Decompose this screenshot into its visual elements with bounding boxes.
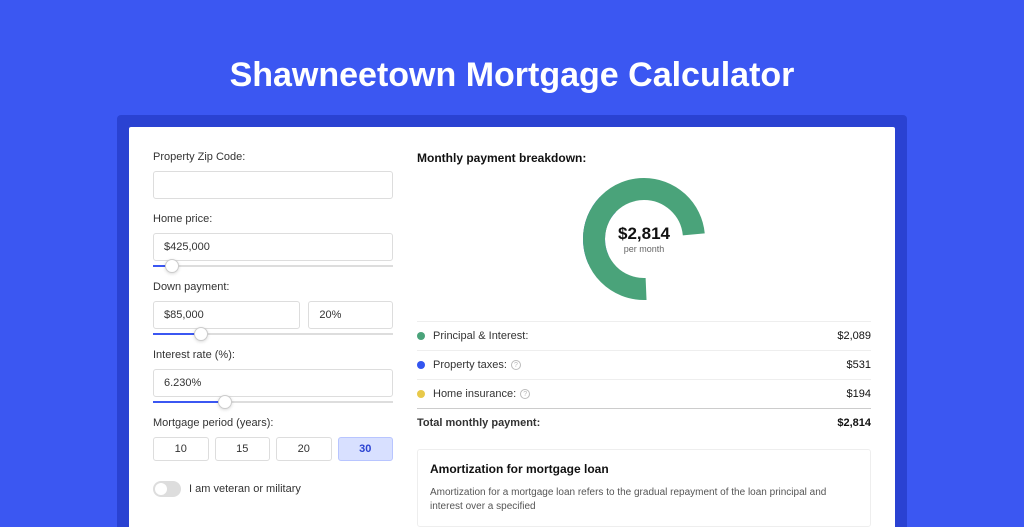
- amortization-text: Amortization for a mortgage loan refers …: [430, 486, 858, 514]
- row-label-text: Property taxes:: [433, 359, 507, 371]
- down-payment-label: Down payment:: [153, 281, 393, 293]
- breakdown-row-total: Total monthly payment: $2,814: [417, 408, 871, 437]
- donut-sub: per month: [624, 244, 665, 254]
- donut-chart-wrap: $2,814 per month: [417, 177, 871, 301]
- period-15-button[interactable]: 15: [215, 437, 271, 461]
- interest-group: Interest rate (%):: [153, 349, 393, 403]
- home-price-group: Home price:: [153, 213, 393, 267]
- period-buttons: 10 15 20 30: [153, 437, 393, 461]
- legend-dot-icon: [417, 361, 425, 369]
- interest-input[interactable]: [153, 369, 393, 397]
- home-price-label: Home price:: [153, 213, 393, 225]
- help-icon[interactable]: ?: [520, 389, 530, 399]
- interest-slider[interactable]: [153, 401, 393, 403]
- period-label: Mortgage period (years):: [153, 417, 393, 429]
- down-payment-input[interactable]: [153, 301, 300, 329]
- row-value: $531: [847, 359, 871, 371]
- row-label: Principal & Interest:: [433, 330, 837, 342]
- donut-chart: $2,814 per month: [582, 177, 706, 301]
- inputs-column: Property Zip Code: Home price: Down paym…: [153, 151, 393, 527]
- legend-dot-icon: [417, 390, 425, 398]
- period-10-button[interactable]: 10: [153, 437, 209, 461]
- veteran-toggle-row: I am veteran or military: [153, 481, 393, 497]
- down-payment-group: Down payment:: [153, 281, 393, 335]
- card-frame: Property Zip Code: Home price: Down paym…: [117, 115, 907, 527]
- breakdown-row-principal: Principal & Interest: $2,089: [417, 321, 871, 350]
- donut-center: $2,814 per month: [582, 177, 706, 301]
- veteran-label: I am veteran or military: [189, 483, 301, 495]
- period-group: Mortgage period (years): 10 15 20 30: [153, 417, 393, 461]
- slider-thumb[interactable]: [165, 259, 179, 273]
- breakdown-title: Monthly payment breakdown:: [417, 151, 871, 165]
- zip-label: Property Zip Code:: [153, 151, 393, 163]
- row-value: $194: [847, 388, 871, 400]
- legend-dot-icon: [417, 332, 425, 340]
- down-payment-pct-input[interactable]: [308, 301, 393, 329]
- total-label: Total monthly payment:: [417, 417, 837, 429]
- amortization-title: Amortization for mortgage loan: [430, 462, 858, 476]
- donut-amount: $2,814: [618, 224, 670, 244]
- slider-thumb[interactable]: [194, 327, 208, 341]
- help-icon[interactable]: ?: [511, 360, 521, 370]
- toggle-knob: [155, 483, 167, 495]
- row-value: $2,089: [837, 330, 871, 342]
- page-title: Shawneetown Mortgage Calculator: [230, 56, 795, 95]
- row-label: Home insurance: ?: [433, 388, 847, 400]
- zip-group: Property Zip Code:: [153, 151, 393, 199]
- home-price-input[interactable]: [153, 233, 393, 261]
- interest-label: Interest rate (%):: [153, 349, 393, 361]
- veteran-toggle[interactable]: [153, 481, 181, 497]
- slider-thumb[interactable]: [218, 395, 232, 409]
- down-payment-slider[interactable]: [153, 333, 393, 335]
- breakdown-row-taxes: Property taxes: ? $531: [417, 350, 871, 379]
- row-label: Property taxes: ?: [433, 359, 847, 371]
- period-20-button[interactable]: 20: [276, 437, 332, 461]
- breakdown-row-insurance: Home insurance: ? $194: [417, 379, 871, 408]
- amortization-box: Amortization for mortgage loan Amortizat…: [417, 449, 871, 527]
- home-price-slider[interactable]: [153, 265, 393, 267]
- zip-input[interactable]: [153, 171, 393, 199]
- row-label-text: Home insurance:: [433, 388, 516, 400]
- period-30-button[interactable]: 30: [338, 437, 394, 461]
- breakdown-column: Monthly payment breakdown:: [417, 151, 871, 527]
- total-value: $2,814: [837, 417, 871, 429]
- calculator-card: Property Zip Code: Home price: Down paym…: [129, 127, 895, 527]
